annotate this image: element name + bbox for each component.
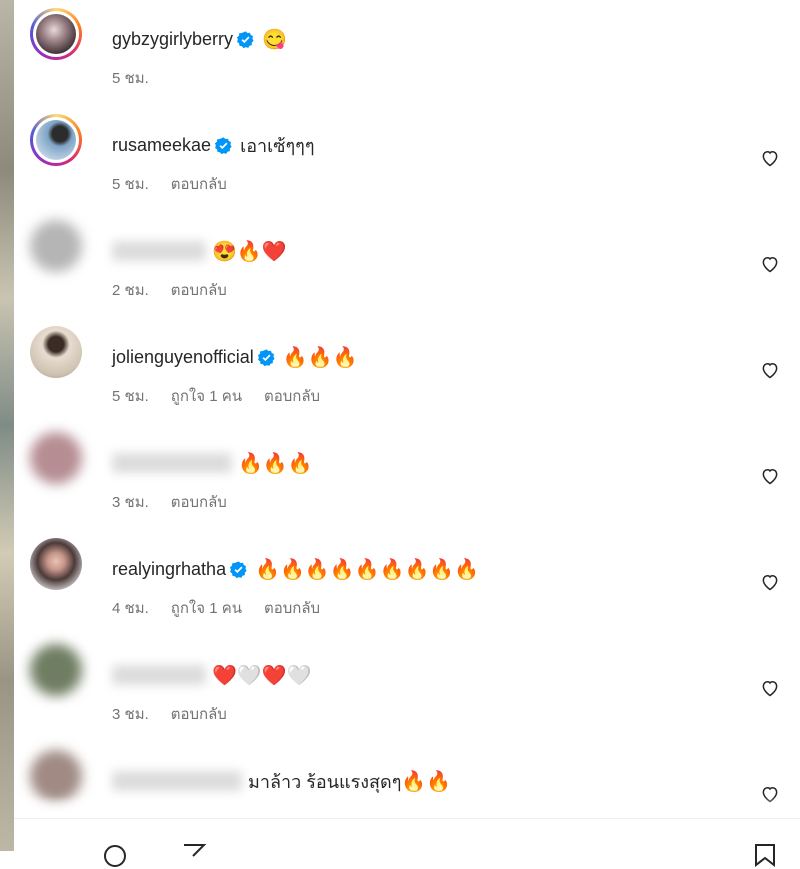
comment-emoji: 🔥🔥🔥 [282, 346, 358, 369]
username-link[interactable] [112, 771, 242, 791]
comment-time: 5 ชม. [112, 388, 149, 405]
comment-emoji: 😋 [262, 28, 287, 51]
scroll-fade [14, 796, 800, 818]
comment-time: 5 ชม. [112, 70, 149, 87]
share-icon[interactable] [182, 843, 206, 867]
comment-time: 4 ชม. [112, 600, 149, 617]
comment-emoji: 😍🔥❤️ [212, 240, 287, 263]
username-link[interactable]: gybzygirlyberry [112, 29, 233, 50]
comment-item: 😍🔥❤️ 2 ชม. ตอบกลับ [14, 212, 800, 318]
reply-button[interactable]: ตอบกลับ [171, 702, 227, 726]
comment-emoji: 🔥🔥🔥🔥🔥🔥🔥🔥🔥 [255, 558, 480, 581]
reply-button[interactable]: ตอบกลับ [264, 596, 320, 620]
comment-time: 2 ชม. [112, 282, 149, 299]
save-icon[interactable] [754, 843, 776, 867]
username-link[interactable]: jolienguyenofficial [112, 347, 254, 368]
avatar[interactable] [30, 326, 82, 378]
comment-item: rusameekae เอาเซ้ๆๆๆ 5 ชม. ตอบกลับ [14, 106, 800, 212]
comment-time: 3 ชม. [112, 706, 149, 723]
comments-panel: gybzygirlyberry 😋 5 ชม. rusameekae เอาเซ… [14, 0, 800, 851]
comment-text: มาล้าว ร้อนแรงสุดๆ [248, 771, 402, 792]
comment-time: 3 ชม. [112, 494, 149, 511]
like-heart-icon[interactable] [760, 148, 780, 168]
verified-badge-icon [230, 560, 247, 578]
comment-item: gybzygirlyberry 😋 5 ชม. [14, 0, 800, 106]
reply-button[interactable]: ตอบกลับ [264, 384, 320, 408]
comment-item: ❤️🤍❤️🤍 3 ชม. ตอบกลับ [14, 636, 800, 742]
comment-item: realyingrhatha 🔥🔥🔥🔥🔥🔥🔥🔥🔥 4 ชม. ถูกใจ 1 ค… [14, 530, 800, 636]
avatar[interactable] [30, 114, 82, 166]
avatar[interactable] [30, 750, 82, 802]
comment-icon[interactable] [102, 843, 128, 869]
avatar[interactable] [30, 644, 82, 696]
username-link[interactable] [112, 665, 206, 685]
username-link[interactable] [112, 241, 206, 261]
comment-emoji: 🔥🔥 [401, 770, 452, 793]
verified-badge-icon [215, 136, 232, 154]
username-link[interactable]: realyingrhatha [112, 559, 226, 580]
verified-badge-icon [257, 348, 275, 366]
avatar[interactable] [30, 432, 82, 484]
like-heart-icon[interactable] [760, 678, 780, 698]
like-heart-icon[interactable] [760, 572, 780, 592]
comment-time: 5 ชม. [112, 176, 149, 193]
verified-badge-icon [237, 30, 254, 48]
comment-text: เอาเซ้ๆๆๆ [240, 135, 315, 156]
avatar[interactable] [30, 8, 82, 60]
background-photo-edge [0, 0, 14, 851]
comment-item: jolienguyenofficial 🔥🔥🔥 5 ชม. ถูกใจ 1 คน… [14, 318, 800, 424]
comment-emoji: 🔥🔥🔥 [238, 452, 313, 475]
action-bar [14, 818, 800, 867]
like-count[interactable]: ถูกใจ 1 คน [171, 384, 242, 408]
avatar[interactable] [30, 538, 82, 590]
like-count[interactable]: ถูกใจ 1 คน [171, 596, 242, 620]
like-heart-icon[interactable] [760, 360, 780, 380]
reply-button[interactable]: ตอบกลับ [171, 278, 227, 302]
like-heart-icon[interactable] [760, 254, 780, 274]
comment-item: 🔥🔥🔥 3 ชม. ตอบกลับ [14, 424, 800, 530]
comment-emoji: ❤️🤍❤️🤍 [212, 664, 312, 687]
reply-button[interactable]: ตอบกลับ [171, 172, 227, 196]
reply-button[interactable]: ตอบกลับ [171, 490, 227, 514]
username-link[interactable]: rusameekae [112, 135, 211, 156]
avatar[interactable] [30, 220, 82, 272]
username-link[interactable] [112, 453, 232, 473]
like-heart-icon[interactable] [760, 466, 780, 486]
